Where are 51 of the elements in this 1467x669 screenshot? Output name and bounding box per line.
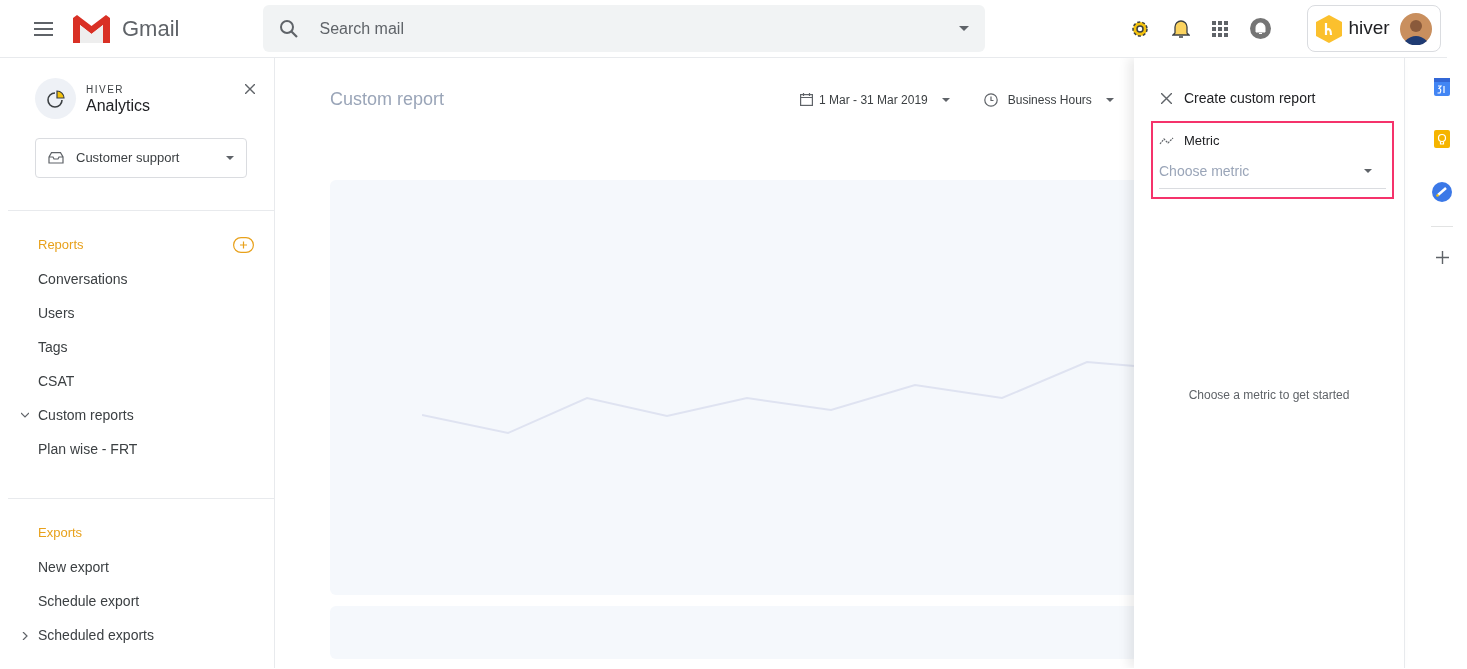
- sidebar-item[interactable]: Plan wise - FRT: [38, 439, 138, 460]
- sidebar-item[interactable]: Users: [38, 303, 75, 324]
- section-title: Reports: [38, 236, 84, 254]
- search-input[interactable]: Search mail: [317, 15, 942, 42]
- brand-label: HIVER: [86, 83, 126, 98]
- sidebar-item[interactable]: Scheduled exports: [38, 625, 154, 646]
- settings-icon[interactable]: [1130, 18, 1151, 39]
- sidebar-item[interactable]: New export: [38, 557, 109, 578]
- brand-name: hiver: [1348, 16, 1390, 41]
- hours-select[interactable]: Business Hours: [983, 90, 1114, 109]
- mail-logo-icon[interactable]: [73, 14, 110, 43]
- sidebar-item[interactable]: Tags: [38, 337, 68, 358]
- close-icon[interactable]: [245, 84, 255, 94]
- sidebar-item[interactable]: CSAT: [38, 371, 75, 392]
- calendar-app-icon[interactable]: [1434, 78, 1450, 96]
- app-name: Gmail: [122, 15, 180, 43]
- sidebar-item[interactable]: Custom reports: [38, 405, 134, 426]
- hexagon-logo-icon: [1316, 14, 1343, 43]
- search-field[interactable]: Search mail: [263, 5, 986, 52]
- date-range-select[interactable]: 1 Mar - 31 Mar 2019: [800, 90, 950, 109]
- sidebar-title: Analytics: [86, 97, 151, 115]
- search-icon: [279, 18, 300, 39]
- calendar-icon: [800, 93, 814, 106]
- notification-icon[interactable]: [1250, 18, 1272, 39]
- clock-icon: [983, 92, 998, 107]
- chevron-icon[interactable]: [21, 411, 29, 420]
- caret-icon: [1364, 169, 1372, 173]
- menu-icon[interactable]: [34, 21, 53, 36]
- sidebar-item[interactable]: Schedule export: [38, 591, 140, 612]
- report-title: Custom report: [330, 88, 445, 111]
- bell-icon[interactable]: [1172, 18, 1191, 39]
- analytics-logo: [35, 78, 76, 119]
- empty-state-message: Choose a metric to get started: [1188, 388, 1350, 402]
- apps-grid-icon[interactable]: [1212, 20, 1229, 37]
- sidebar-item[interactable]: Conversations: [38, 269, 128, 290]
- add-icon[interactable]: [1435, 251, 1449, 264]
- inbox-select[interactable]: Customer support: [35, 138, 247, 178]
- caret-icon: [941, 97, 950, 102]
- panel-title: Create custom report: [1184, 89, 1316, 108]
- caret-icon: [1105, 97, 1114, 102]
- account-button[interactable]: hiver: [1307, 5, 1442, 52]
- caret-icon: [226, 156, 234, 160]
- inbox-icon: [48, 152, 64, 164]
- section-title: Exports: [38, 524, 83, 542]
- chevron-icon[interactable]: [21, 631, 29, 640]
- tasks-icon[interactable]: [1432, 182, 1452, 202]
- avatar[interactable]: [1400, 12, 1433, 45]
- metric-label: Metric: [1184, 132, 1220, 150]
- close-icon[interactable]: [1161, 93, 1172, 104]
- caret-icon[interactable]: [959, 26, 970, 31]
- line-chart-icon: [1159, 136, 1174, 145]
